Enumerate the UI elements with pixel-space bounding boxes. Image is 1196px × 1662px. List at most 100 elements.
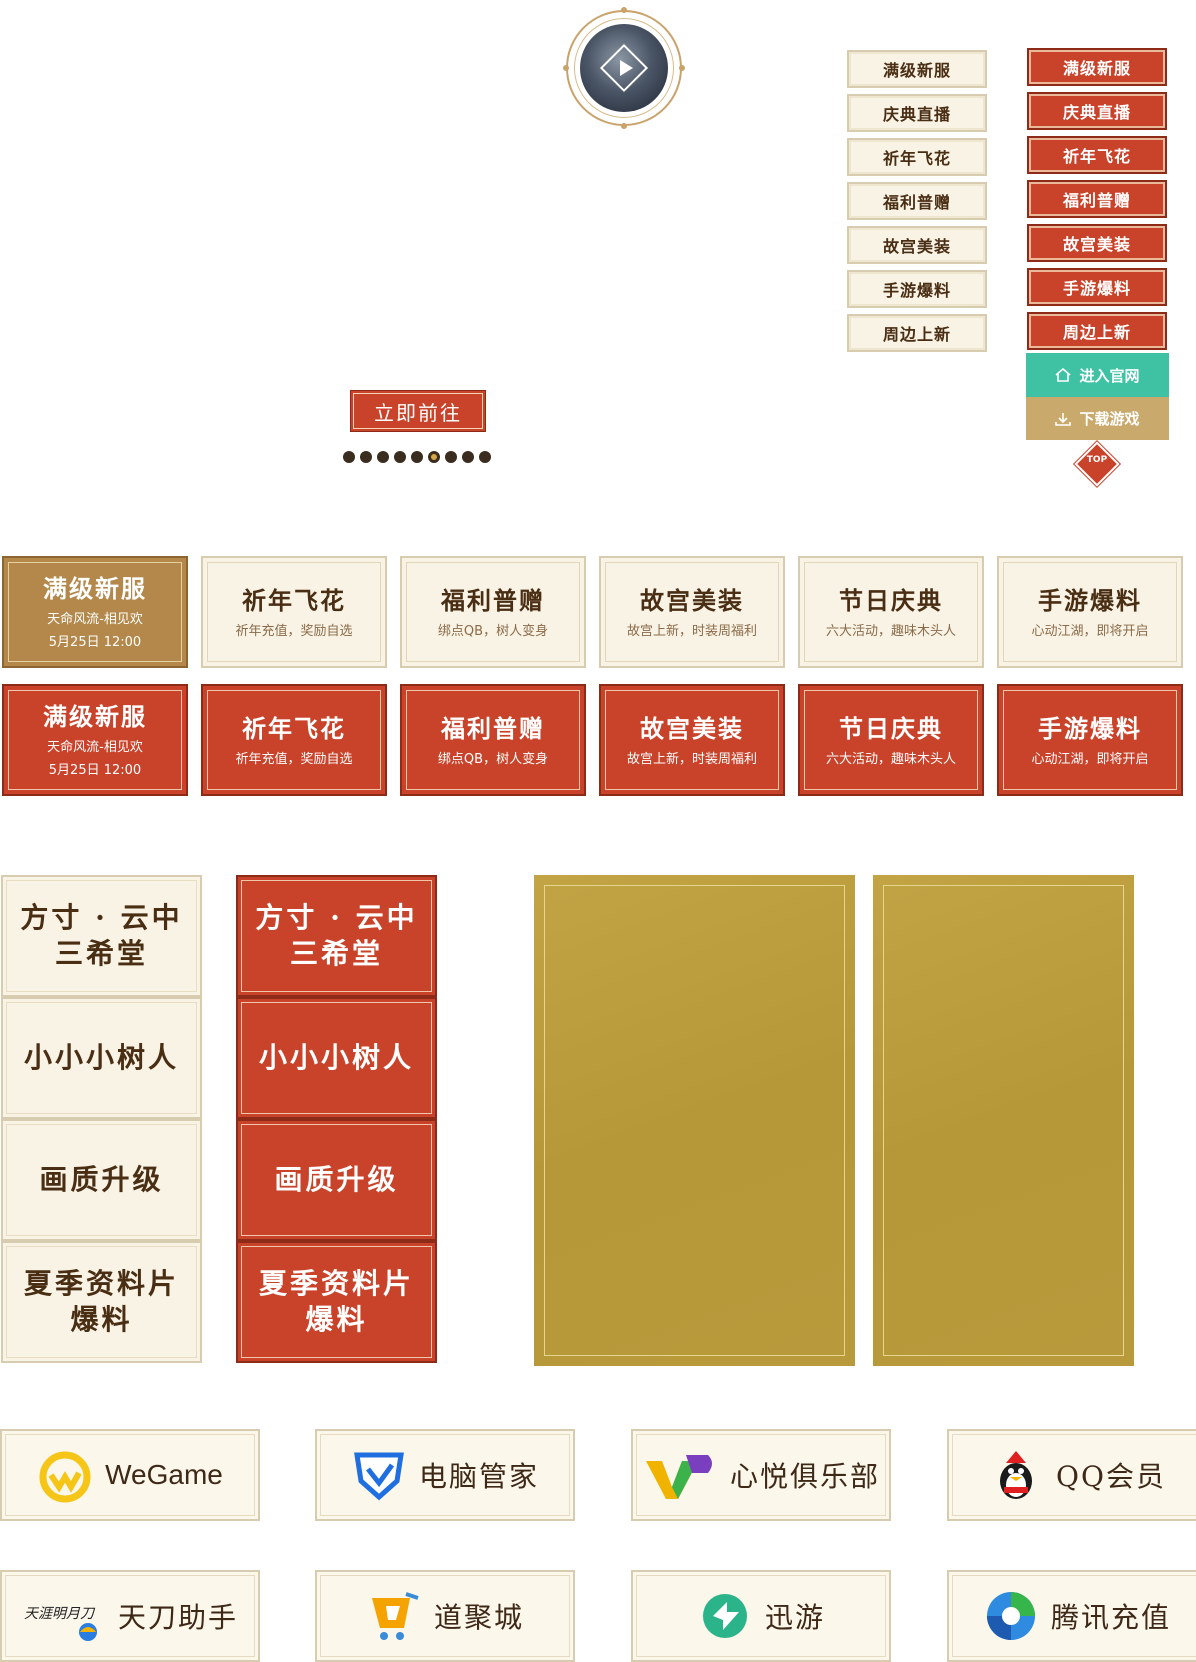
side-nav-red-panel: 满级新服庆典直播祈年飞花福利普赠故宫美装手游爆料周边上新 进入官网 下载游戏 [1026, 48, 1169, 440]
download-game-button[interactable]: 下载游戏 [1026, 397, 1169, 440]
side-nav-item[interactable]: 庆典直播 [1027, 92, 1167, 130]
side-nav-cream: 满级新服庆典直播祈年飞花福利普赠故宫美装手游爆料周边上新 [847, 50, 987, 352]
vertical-list-item[interactable]: 夏季资料片 爆料 [1, 1241, 202, 1363]
video-thumbnail [580, 24, 668, 112]
ornament-dot-left [563, 65, 569, 71]
pager-dot[interactable] [445, 451, 457, 463]
partner-label: 腾讯充值 [1050, 1601, 1171, 1634]
ornament-dot-right [679, 65, 685, 71]
panel-frame [544, 885, 845, 1356]
event-card-subtitle: 绑点QB，树人变身 [437, 623, 549, 639]
panel-frame [883, 885, 1124, 1356]
vertical-list-item[interactable]: 画质升级 [236, 1119, 437, 1241]
ornament-dot-bottom [621, 123, 627, 129]
side-nav-item[interactable]: 庆典直播 [847, 94, 987, 132]
event-card[interactable]: 满级新服 天命风流-相见欢 5月25日 12:00 [2, 556, 188, 668]
side-nav-item[interactable]: 祈年飞花 [847, 138, 987, 176]
pager-dot[interactable] [377, 451, 389, 463]
event-card-title: 满级新服 [43, 702, 147, 731]
side-nav-item[interactable]: 周边上新 [847, 314, 987, 352]
side-nav-item[interactable]: 手游爆料 [1027, 268, 1167, 306]
event-card-subtitle: 祈年充值，奖励自选 [235, 623, 353, 639]
content-panel-right [873, 875, 1134, 1366]
event-card-subtitle: 绑点QB，树人变身 [437, 751, 549, 767]
vertical-list-item[interactable]: 夏季资料片 爆料 [236, 1241, 437, 1363]
pager-dot[interactable] [360, 451, 372, 463]
pager-dot[interactable] [462, 451, 474, 463]
pager-dot[interactable] [394, 451, 406, 463]
event-card[interactable]: 节日庆典六大活动，趣味木头人 [798, 684, 984, 796]
event-card-subtitle: 故宫上新，时装周福利 [626, 623, 757, 639]
event-card-subtitle: 天命风流-相见欢 [47, 740, 143, 755]
partner-label: 天刀助手 [117, 1601, 238, 1634]
wegame-icon [37, 1447, 93, 1503]
partner-label: QQ会员 [1056, 1460, 1166, 1493]
side-nav-item[interactable]: 满级新服 [847, 50, 987, 88]
partner-xunyou[interactable]: 迅游 [631, 1570, 891, 1662]
event-card[interactable]: 节日庆典 六大活动，趣味木头人 [798, 556, 984, 668]
side-nav-item[interactable]: 周边上新 [1027, 312, 1167, 350]
event-card-date: 5月25日 12:00 [48, 635, 142, 650]
video-play-button[interactable] [563, 7, 685, 129]
event-card-subtitle: 故宫上新，时装周福利 [626, 751, 757, 767]
side-nav-item[interactable]: 祈年飞花 [1027, 136, 1167, 174]
event-card-subtitle: 天命风流-相见欢 [47, 612, 143, 627]
event-card-subtitle: 心动江湖，即将开启 [1031, 623, 1149, 639]
event-card-title: 故宫美装 [640, 713, 744, 743]
event-card-date: 5月25日 12:00 [48, 763, 142, 778]
event-card-title: 祈年飞花 [242, 585, 346, 615]
event-card[interactable]: 祈年飞花 祈年充值，奖励自选 [201, 684, 387, 796]
event-card-subtitle: 六大活动，趣味木头人 [825, 751, 956, 767]
vertical-list-item[interactable]: 小小小树人 [236, 997, 437, 1119]
play-icon [620, 60, 633, 76]
event-card-title: 福利普赠 [441, 585, 545, 615]
go-now-button[interactable]: 立即前往 [350, 390, 486, 432]
vertical-list-item[interactable]: 方寸 · 云中 三希堂 [236, 875, 437, 997]
svg-text:天涯明月刀: 天涯明月刀 [24, 1606, 96, 1622]
home-icon [1055, 367, 1072, 382]
partner-xinyue-club[interactable]: 心悦俱乐部 [631, 1429, 891, 1521]
side-nav-item[interactable]: 故宫美装 [847, 226, 987, 264]
vertical-list-item[interactable]: 方寸 · 云中 三希堂 [1, 875, 202, 997]
partner-pc-manager[interactable]: 电脑管家 [315, 1429, 575, 1521]
event-card-title: 手游爆料 [1038, 585, 1142, 615]
pager-dot[interactable] [479, 451, 491, 463]
side-nav-item[interactable]: 福利普赠 [847, 182, 987, 220]
vertical-list-red: 方寸 · 云中 三希堂 小小小树人 画质升级 夏季资料片 爆料 [236, 875, 437, 1363]
event-card-subtitle: 祈年充值，奖励自选 [235, 751, 353, 767]
event-card[interactable]: 福利普赠绑点QB，树人变身 [400, 556, 586, 668]
enter-official-site-button[interactable]: 进入官网 [1026, 353, 1169, 397]
event-card[interactable]: 祈年飞花祈年充值，奖励自选 [201, 556, 387, 668]
event-card[interactable]: 手游爆料心动江湖，即将开启 [997, 556, 1183, 668]
vertical-list-item[interactable]: 画质升级 [1, 1119, 202, 1241]
side-nav-item[interactable]: 故宫美装 [1027, 224, 1167, 262]
pager-dot[interactable] [411, 451, 423, 463]
partner-tiandao-assistant[interactable]: 天涯明月刀 天刀助手 [0, 1570, 260, 1662]
partner-label: 道聚城 [433, 1601, 524, 1634]
event-card[interactable]: 故宫美装故宫上新，时装周福利 [599, 556, 785, 668]
partner-wegame[interactable]: WeGame [0, 1429, 260, 1521]
pager-dot[interactable] [343, 451, 355, 463]
partner-label: 心悦俱乐部 [729, 1460, 880, 1493]
side-nav-item[interactable]: 福利普赠 [1027, 180, 1167, 218]
event-card-title: 节日庆典 [839, 713, 943, 743]
event-card-subtitle: 心动江湖，即将开启 [1031, 751, 1149, 767]
side-nav-item[interactable]: 手游爆料 [847, 270, 987, 308]
partner-daojucheng[interactable]: 道聚城 [315, 1570, 575, 1662]
partner-tencent-recharge[interactable]: 腾讯充值 [947, 1570, 1196, 1662]
vertical-list-item[interactable]: 小小小树人 [1, 997, 202, 1119]
event-card-title: 故宫美装 [640, 585, 744, 615]
pc-manager-icon [351, 1447, 407, 1503]
event-card[interactable]: 故宫美装故宫上新，时装周福利 [599, 684, 785, 796]
event-card[interactable]: 满级新服天命风流-相见欢 5月25日 12:00 [2, 684, 188, 796]
event-cards-row-1: 满级新服 天命风流-相见欢 5月25日 12:00 祈年飞花 祈年充值，奖励自选 福利普赠… [2, 556, 1183, 668]
tiandao-assistant-icon: 天涯明月刀 [22, 1588, 106, 1644]
event-card[interactable]: 福利普赠绑点QB，树人变身 [400, 684, 586, 796]
event-card[interactable]: 手游爆料 心动江湖，即将开启 [997, 684, 1183, 796]
event-card-title: 福利普赠 [441, 713, 545, 743]
partner-qq-member[interactable]: QQ会员 [947, 1429, 1196, 1521]
side-nav-item[interactable]: 满级新服 [1027, 48, 1167, 86]
back-to-top-label: TOP [1086, 455, 1108, 465]
vertical-list-cream: 方寸 · 云中 三希堂 小小小树人 画质升级 夏季资料片 爆料 [1, 875, 202, 1363]
pager-dot[interactable] [428, 451, 440, 463]
